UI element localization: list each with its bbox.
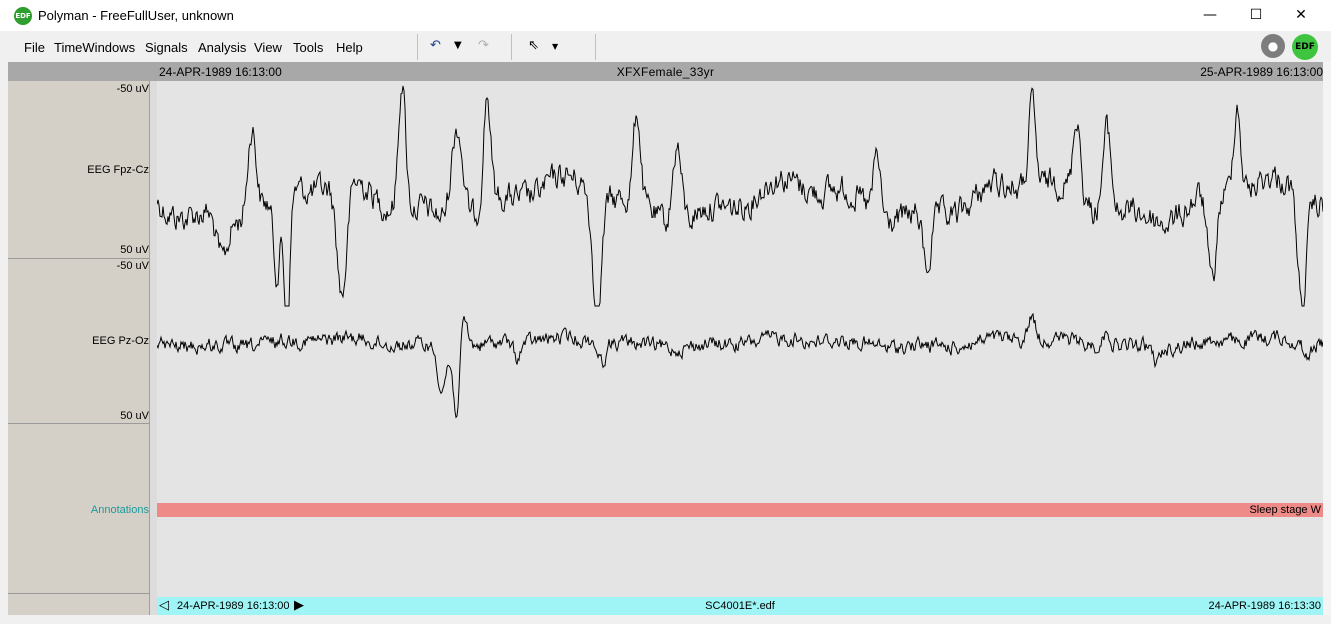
menu-signals[interactable]: Signals: [145, 40, 188, 55]
signal-plot-area[interactable]: Sleep stage W: [157, 81, 1323, 597]
header-subject: XFXFemale_33yr: [616, 65, 715, 79]
annotations-label[interactable]: Annotations: [91, 504, 149, 516]
recording-header: 24-APR-1989 16:13:00 XFXFemale_33yr 25-A…: [8, 62, 1323, 81]
bottom-edge: [8, 615, 1331, 624]
channel-divider: [8, 258, 149, 259]
undo-icon[interactable]: ↶: [430, 38, 441, 53]
eeg-pz-oz-trace: [157, 312, 1323, 419]
pointer-dropdown-icon[interactable]: ▼: [552, 42, 558, 51]
channel-divider: [8, 423, 149, 424]
menu-help[interactable]: Help: [336, 40, 363, 55]
header-end-time: 25-APR-1989 16:13:00: [1200, 65, 1323, 79]
channel-2-scale-bottom: 50 uV: [120, 410, 149, 422]
channel-1-scale-bottom: 50 uV: [120, 244, 149, 256]
eeg-traces: [157, 85, 1323, 419]
annotation-event[interactable]: Sleep stage W: [1249, 504, 1321, 516]
title-bar: EDF Polyman - FreeFullUser, unknown — ☐ …: [0, 0, 1331, 31]
eeg-fpz-cz-trace: [157, 85, 1323, 307]
edf-logo-icon: EDF: [14, 7, 32, 25]
cursor-arrow-icon[interactable]: ⇖: [528, 38, 539, 53]
file-name: SC4001E*.edf: [705, 600, 775, 612]
channel-label-panel: -50 uV EEG Fpz-Cz 50 uV -50 uV EEG Pz-Oz…: [8, 81, 149, 615]
toolbar-separator: [595, 34, 596, 60]
edf-add-icon[interactable]: EDF: [1292, 34, 1318, 60]
channel-1-name[interactable]: EEG Fpz-Cz: [87, 164, 149, 176]
undo-dropdown-icon[interactable]: ▼: [454, 40, 462, 51]
menu-tools[interactable]: Tools: [293, 40, 323, 55]
menu-analysis[interactable]: Analysis: [198, 40, 246, 55]
minimize-button[interactable]: —: [1187, 0, 1233, 31]
close-button[interactable]: ✕: [1278, 0, 1324, 31]
time-navigation-bar: ◁ 24-APR-1989 16:13:00 ▶ SC4001E*.edf 24…: [157, 597, 1323, 615]
channel-1-scale-top: -50 uV: [116, 83, 149, 95]
maximize-button[interactable]: ☐: [1233, 0, 1279, 31]
channel-2-scale-top: -50 uV: [116, 260, 149, 272]
channel-divider: [8, 593, 149, 594]
toolbar-separator: [511, 34, 512, 60]
toolbar-separator: [417, 34, 418, 60]
window-title: Polyman - FreeFullUser, unknown: [38, 8, 234, 23]
toolbar: File TimeWindows Signals Analysis View T…: [8, 31, 1331, 63]
menu-file[interactable]: File: [24, 40, 45, 55]
menu-view[interactable]: View: [254, 40, 282, 55]
window-end-time: 24-APR-1989 16:13:30: [1208, 600, 1321, 612]
record-camera-icon[interactable]: ●: [1261, 34, 1285, 58]
channel-2-name[interactable]: EEG Pz-Oz: [92, 335, 149, 347]
right-edge-panel: [1323, 62, 1331, 615]
redo-icon[interactable]: ↷: [478, 38, 489, 53]
menu-timewindows[interactable]: TimeWindows: [54, 40, 135, 55]
annotation-band[interactable]: Sleep stage W: [157, 503, 1323, 517]
